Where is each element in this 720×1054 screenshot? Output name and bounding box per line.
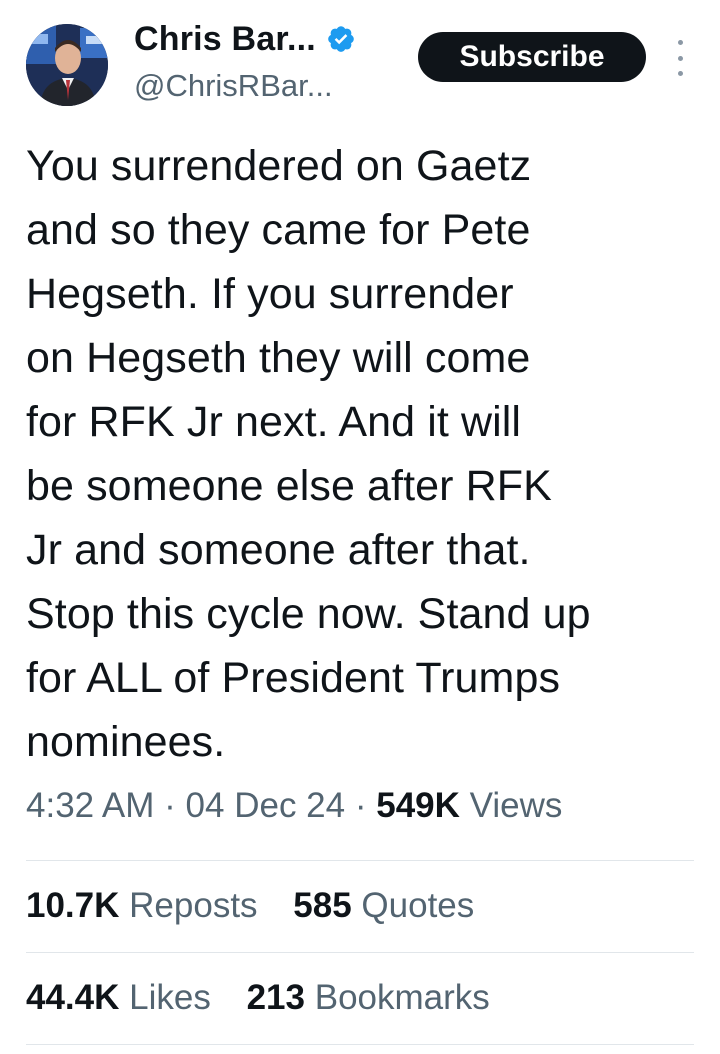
engagement-row-1: 10.7K Reposts 585 Quotes — [26, 886, 474, 926]
likes-count: 44.4K — [26, 978, 120, 1017]
author-handle[interactable]: @ChrisRBar... — [134, 68, 356, 104]
engagement-row-2: 44.4K Likes 213 Bookmarks — [26, 978, 490, 1018]
reposts-stat[interactable]: 10.7K Reposts — [26, 886, 258, 926]
subscribe-button[interactable]: Subscribe — [418, 32, 646, 82]
tweet-meta: 4:32 AM · 04 Dec 24 · 549K Views — [26, 786, 562, 826]
likes-stat[interactable]: 44.4K Likes — [26, 978, 211, 1018]
reposts-label: Reposts — [129, 886, 258, 925]
more-options-icon[interactable] — [670, 40, 690, 76]
bookmarks-stat[interactable]: 213 Bookmarks — [247, 978, 490, 1018]
views-label: Views — [469, 786, 563, 825]
tweet-date[interactable]: 04 Dec 24 — [186, 786, 346, 825]
quotes-count: 585 — [293, 886, 352, 925]
quotes-stat[interactable]: 585 Quotes — [293, 886, 474, 926]
bookmarks-count: 213 — [246, 978, 305, 1017]
views-count: 549K — [376, 786, 460, 825]
author-display-name[interactable]: Chris Bar... — [134, 20, 316, 59]
reposts-count: 10.7K — [26, 886, 120, 925]
divider — [26, 1044, 694, 1045]
tweet-header: Chris Bar... @ChrisRBar... Subscribe — [0, 0, 720, 120]
bookmarks-label: Bookmarks — [314, 978, 490, 1017]
divider — [26, 860, 694, 861]
tweet-text: You surrendered on Gaetz and so they cam… — [26, 142, 591, 766]
verified-badge-icon — [326, 24, 356, 54]
quotes-label: Quotes — [361, 886, 475, 925]
name-row: Chris Bar... — [134, 16, 356, 62]
avatar-image — [26, 24, 108, 106]
likes-label: Likes — [129, 978, 211, 1017]
author-info[interactable]: Chris Bar... @ChrisRBar... — [134, 16, 356, 104]
avatar[interactable] — [26, 24, 108, 106]
tweet-time[interactable]: 4:32 AM — [26, 786, 154, 825]
meta-separator: · — [164, 786, 176, 825]
divider — [26, 952, 694, 953]
meta-separator: · — [354, 786, 367, 825]
